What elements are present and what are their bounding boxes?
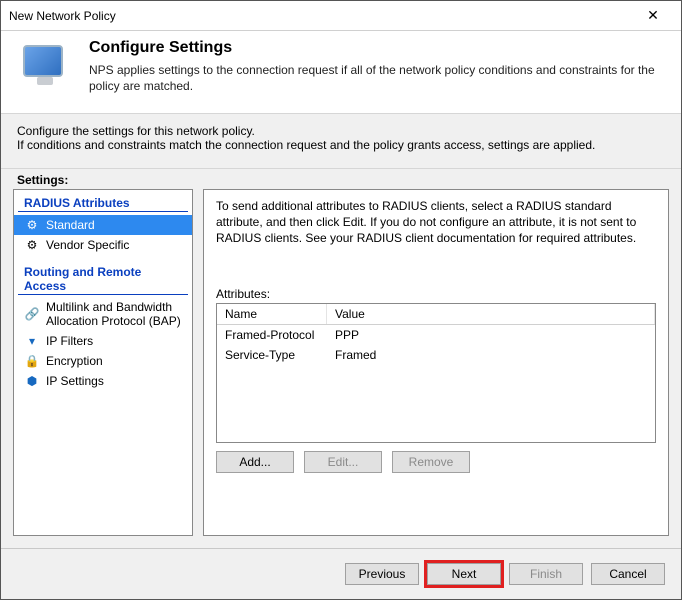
attributes-label: Attributes: bbox=[216, 287, 656, 301]
tree-item-ip-filters[interactable]: ▾ IP Filters bbox=[14, 331, 192, 351]
tree-item-ip-settings[interactable]: ⬢ IP Settings bbox=[14, 371, 192, 391]
tree-item-vendor-specific[interactable]: ⚙ Vendor Specific bbox=[14, 235, 192, 255]
header-description: NPS applies settings to the connection r… bbox=[89, 63, 665, 94]
gear-icon: ⚙ bbox=[24, 217, 40, 233]
titlebar: New Network Policy ✕ bbox=[1, 1, 681, 31]
attributes-table[interactable]: Name Value Framed-Protocol PPP Service-T… bbox=[216, 303, 656, 443]
cell-value: Framed bbox=[327, 345, 655, 365]
tree-item-standard[interactable]: ⚙ Standard bbox=[14, 215, 192, 235]
tree-item-label: IP Filters bbox=[46, 334, 93, 348]
next-button[interactable]: Next bbox=[427, 563, 501, 585]
group-radius-header: RADIUS Attributes bbox=[18, 194, 188, 212]
finish-button[interactable]: Finish bbox=[509, 563, 583, 585]
group-rras-header: Routing and Remote Access bbox=[18, 263, 188, 295]
tree-item-label: Multilink and Bandwidth Allocation Proto… bbox=[46, 300, 186, 329]
instructions: Configure the settings for this network … bbox=[1, 113, 681, 169]
header-title: Configure Settings bbox=[89, 39, 665, 57]
table-row[interactable]: Service-Type Framed bbox=[217, 345, 655, 365]
edit-button[interactable]: Edit... bbox=[304, 451, 382, 473]
settings-label: Settings: bbox=[1, 169, 681, 189]
monitor-icon bbox=[17, 39, 77, 99]
cell-name: Framed-Protocol bbox=[217, 325, 327, 345]
column-value[interactable]: Value bbox=[327, 304, 655, 324]
network-icon: ⬢ bbox=[24, 373, 40, 389]
column-name[interactable]: Name bbox=[217, 304, 327, 324]
tree-item-label: Standard bbox=[46, 218, 95, 232]
main-description: To send additional attributes to RADIUS … bbox=[216, 198, 656, 247]
previous-button[interactable]: Previous bbox=[345, 563, 419, 585]
main-pane: To send additional attributes to RADIUS … bbox=[203, 189, 669, 536]
table-row[interactable]: Framed-Protocol PPP bbox=[217, 325, 655, 345]
wizard-header: Configure Settings NPS applies settings … bbox=[1, 31, 681, 113]
table-header: Name Value bbox=[217, 304, 655, 325]
tree-item-label: Vendor Specific bbox=[46, 238, 129, 252]
window-title: New Network Policy bbox=[9, 9, 633, 23]
link-icon: 🔗 bbox=[24, 306, 40, 322]
cell-value: PPP bbox=[327, 325, 655, 345]
remove-button[interactable]: Remove bbox=[392, 451, 470, 473]
cancel-button[interactable]: Cancel bbox=[591, 563, 665, 585]
gear-icon: ⚙ bbox=[24, 237, 40, 253]
tree-item-label: IP Settings bbox=[46, 374, 104, 388]
funnel-icon: ▾ bbox=[24, 333, 40, 349]
dialog-window: New Network Policy ✕ Configure Settings … bbox=[0, 0, 682, 600]
tree-item-encryption[interactable]: 🔒 Encryption bbox=[14, 351, 192, 371]
instructions-line2: If conditions and constraints match the … bbox=[17, 138, 665, 152]
tree-item-bap[interactable]: 🔗 Multilink and Bandwidth Allocation Pro… bbox=[14, 298, 192, 331]
close-button[interactable]: ✕ bbox=[633, 7, 673, 24]
header-text: Configure Settings NPS applies settings … bbox=[89, 39, 665, 94]
attribute-buttons: Add... Edit... Remove bbox=[216, 451, 656, 473]
cell-name: Service-Type bbox=[217, 345, 327, 365]
lock-icon: 🔒 bbox=[24, 353, 40, 369]
wizard-footer: Previous Next Finish Cancel bbox=[1, 548, 681, 599]
settings-tree: RADIUS Attributes ⚙ Standard ⚙ Vendor Sp… bbox=[13, 189, 193, 536]
add-button[interactable]: Add... bbox=[216, 451, 294, 473]
instructions-line1: Configure the settings for this network … bbox=[17, 124, 665, 138]
tree-item-label: Encryption bbox=[46, 354, 103, 368]
